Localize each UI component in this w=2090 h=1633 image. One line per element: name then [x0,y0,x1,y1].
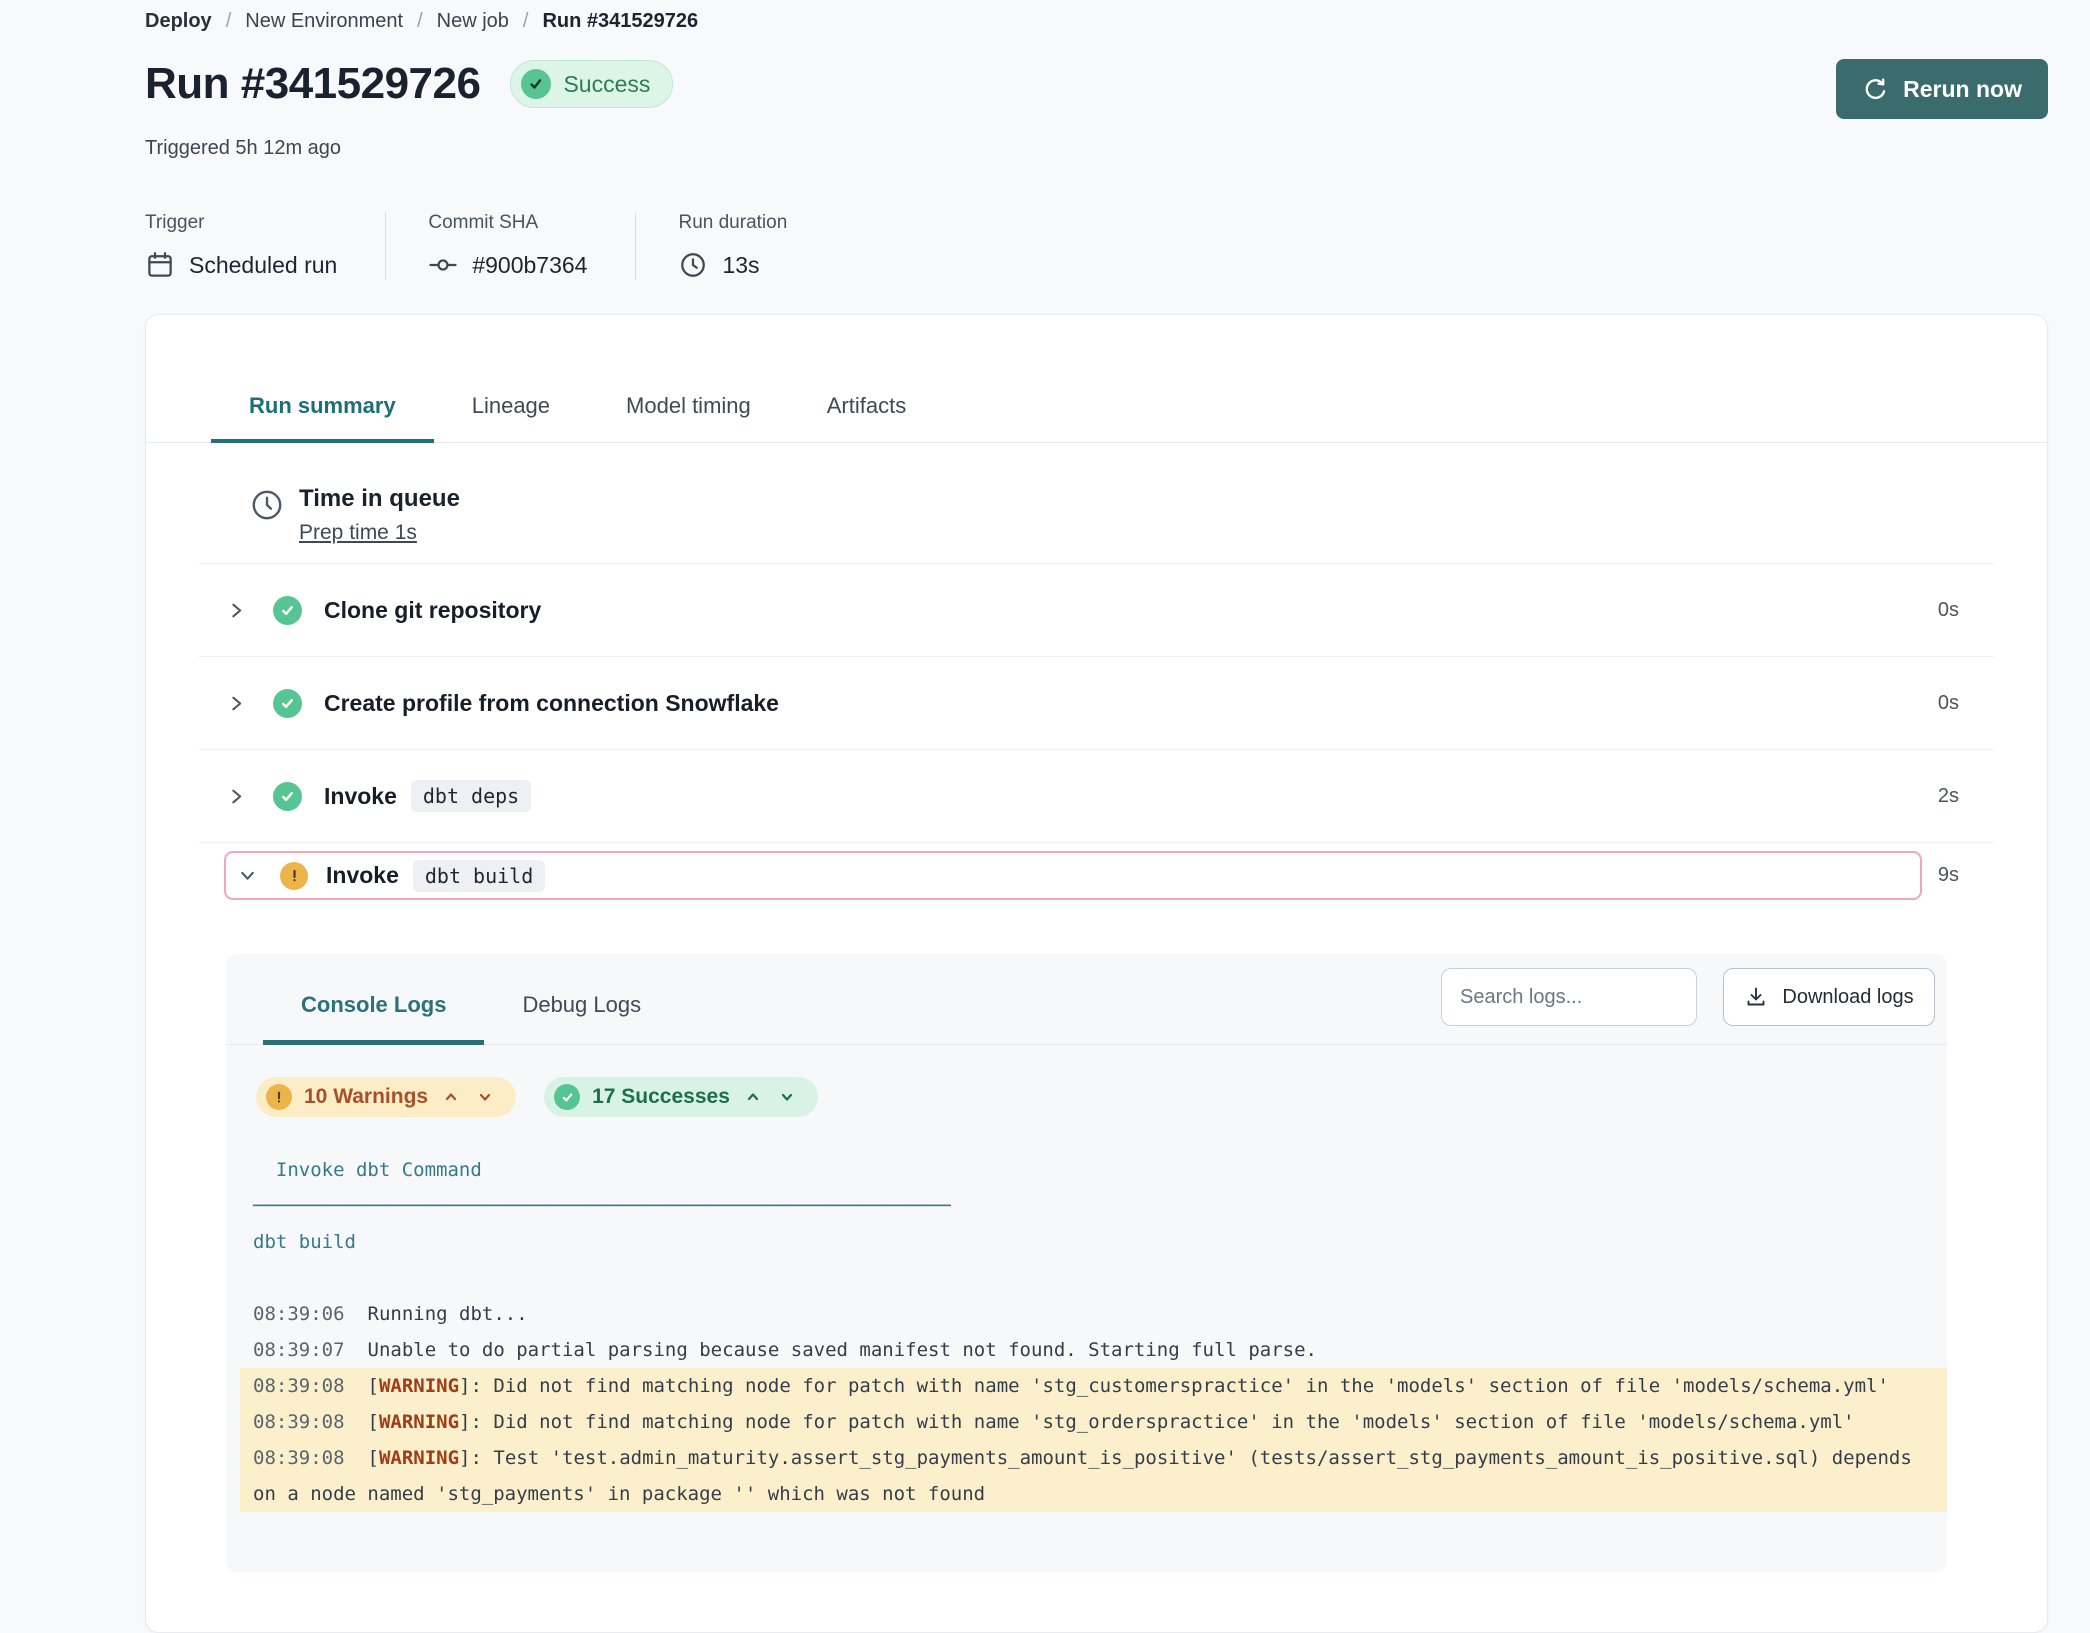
successes-badge[interactable]: 17 Successes [544,1077,818,1117]
tab-model-timing[interactable]: Model timing [588,391,789,442]
log-line-warning: 08:39:08[WARNING]: Did not find matching… [240,1368,1947,1404]
log-line: dbt build [240,1224,1947,1260]
status-badge: Success [510,60,673,108]
console-log-output: Invoke dbt Command ─────────────────────… [226,1152,1947,1512]
meta-trigger: Trigger Scheduled run [145,212,385,280]
tab-run-summary[interactable]: Run summary [211,391,434,443]
tab-artifacts[interactable]: Artifacts [789,391,944,442]
download-logs-button[interactable]: Download logs [1723,968,1935,1026]
step-duration: 0s [1938,599,1959,622]
download-tray-icon [1744,985,1768,1009]
log-line-blank [240,1260,1947,1296]
chevron-up-icon [745,1089,761,1105]
chevron-right-icon[interactable] [227,787,257,806]
check-circle-icon [521,69,551,99]
exclamation-circle-icon [280,862,308,890]
run-detail-card: Run summary Lineage Model timing Artifac… [145,314,2048,1633]
step-row-dbt-build[interactable]: Invoke dbt build [224,851,1922,900]
step-row-dbt-build-wrap: Invoke dbt build 9s [199,851,1994,900]
calendar-icon [145,250,175,280]
warnings-prev-button[interactable] [440,1089,462,1105]
warnings-next-button[interactable] [474,1089,496,1105]
step-label: Create profile from connection Snowflake [324,690,779,717]
chevron-down-icon [779,1089,795,1105]
step-row-create-profile[interactable]: Create profile from connection Snowflake… [199,657,1994,750]
log-line-warning: 08:39:08[WARNING]: Test 'test.admin_matu… [240,1440,1947,1476]
log-summary-badges: 10 Warnings 17 Successes [256,1077,1947,1117]
breadcrumb-separator: / [226,10,232,33]
log-panel: Console Logs Debug Logs Download logs [226,954,1947,1572]
run-meta: Trigger Scheduled run Commit SHA #900b73… [145,212,2048,280]
step-duration: 9s [1938,864,1959,887]
prep-time-link[interactable]: Prep time 1s [299,521,417,545]
breadcrumb-separator: / [417,10,423,33]
rerun-now-button[interactable]: Rerun now [1836,59,2048,119]
check-circle-icon [273,689,302,718]
step-command-chip: dbt deps [411,780,531,812]
step-duration: 0s [1938,692,1959,715]
triggered-text: Triggered 5h 12m ago [145,137,2048,160]
tab-lineage[interactable]: Lineage [434,391,588,442]
check-circle-icon [554,1084,580,1110]
breadcrumb-deploy[interactable]: Deploy [145,10,212,33]
log-line-divider: ────────────────────────────────────────… [240,1188,1947,1224]
breadcrumb-environment[interactable]: New Environment [245,10,403,33]
tab-debug-logs[interactable]: Debug Logs [484,990,679,1044]
chevron-right-icon[interactable] [227,601,257,620]
step-label: Clone git repository [324,597,541,624]
log-line: Invoke dbt Command [240,1152,1947,1188]
meta-duration: Run duration 13s [635,212,835,280]
step-row-clone-git[interactable]: Clone git repository 0s [199,564,1994,657]
breadcrumb-current-run: Run #341529726 [542,10,698,33]
meta-commit-label: Commit SHA [428,212,587,234]
refresh-icon [1862,76,1889,103]
log-tabs: Console Logs Debug Logs [263,990,679,1044]
download-logs-label: Download logs [1782,986,1913,1009]
chevron-up-icon [443,1089,459,1105]
log-header: Console Logs Debug Logs Download logs [226,954,1947,1045]
tab-console-logs[interactable]: Console Logs [263,990,484,1045]
meta-trigger-label: Trigger [145,212,337,234]
successes-prev-button[interactable] [742,1089,764,1105]
clock-outline-icon [249,487,285,545]
successes-badge-label: 17 Successes [592,1085,730,1109]
clock-icon [678,250,708,280]
breadcrumb-separator: / [523,10,529,33]
chevron-down-icon[interactable] [238,866,268,885]
log-line-warning-continuation: on a node named 'stg_payments' in packag… [240,1476,1947,1512]
meta-commit: Commit SHA #900b7364 [385,212,635,280]
chevron-down-icon [477,1089,493,1105]
page-header: Deploy / New Environment / New job / Run… [0,0,2090,280]
step-label: Invoke [326,862,399,889]
meta-duration-value: 13s [722,252,759,279]
log-line: 08:39:06Running dbt... [240,1296,1947,1332]
exclamation-circle-icon [266,1084,292,1110]
check-circle-icon [273,782,302,811]
step-label: Invoke [324,783,397,810]
meta-trigger-value: Scheduled run [189,252,337,279]
breadcrumb-job[interactable]: New job [437,10,509,33]
step-command-chip: dbt build [413,860,545,892]
check-circle-icon [273,596,302,625]
meta-commit-value: #900b7364 [472,252,587,279]
meta-duration-label: Run duration [678,212,787,234]
time-in-queue-section: Time in queue Prep time 1s [199,443,1994,564]
page-title: Run #341529726 [145,59,480,109]
status-badge-label: Success [563,71,650,98]
search-logs-input[interactable] [1441,968,1697,1026]
breadcrumb: Deploy / New Environment / New job / Run… [145,8,2048,33]
time-in-queue-title: Time in queue [299,485,460,513]
chevron-right-icon[interactable] [227,694,257,713]
warnings-badge-label: 10 Warnings [304,1085,428,1109]
log-line: 08:39:07Unable to do partial parsing bec… [240,1332,1947,1368]
rerun-now-label: Rerun now [1903,76,2022,103]
successes-next-button[interactable] [776,1089,798,1105]
commit-icon [428,250,458,280]
step-duration: 2s [1938,785,1959,808]
warnings-badge[interactable]: 10 Warnings [256,1077,516,1117]
step-row-dbt-deps[interactable]: Invoke dbt deps 2s [199,750,1994,843]
run-tabs: Run summary Lineage Model timing Artifac… [146,391,2047,443]
log-line-warning: 08:39:08[WARNING]: Did not find matching… [240,1404,1947,1440]
